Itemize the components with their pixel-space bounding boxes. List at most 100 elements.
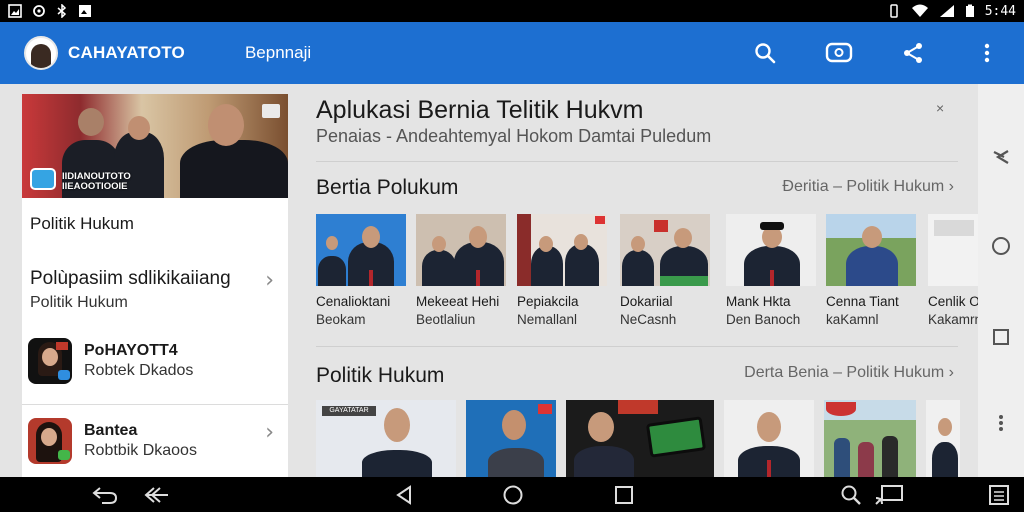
app-bar: CAHAYATOTO Bepnnaji xyxy=(0,22,1024,84)
sidebar: IIDIANOUTOTO IIEAOOTIOOIE Politik Hukum … xyxy=(22,94,288,477)
section-more-link[interactable]: Derta Benia – Politik Hukum › xyxy=(744,364,954,382)
category-subtitle: Politik Hukum xyxy=(30,294,128,311)
status-time: 5:44 xyxy=(984,3,1016,19)
app-logo[interactable] xyxy=(24,36,58,70)
thumbnail-label: GAYATATAR xyxy=(322,406,376,416)
divider xyxy=(316,161,958,162)
search-icon xyxy=(755,43,776,64)
sidebar-item-label: Politik Hukum xyxy=(30,214,134,233)
news-thumbnail[interactable] xyxy=(826,214,916,286)
news-subtitle: Kakamrn xyxy=(928,312,978,327)
wifi-icon xyxy=(911,4,928,17)
contact-subtitle: Robtek Dkados xyxy=(84,362,194,379)
content-area: IIDIANOUTOTO IIEAOOTIOOIE Politik Hukum … xyxy=(0,84,1024,478)
avatar xyxy=(28,418,72,464)
app-subtitle[interactable]: Bepnnaji xyxy=(245,43,311,63)
news-title: Cenlik Oi xyxy=(928,294,978,309)
hero-image[interactable]: IIDIANOUTOTO IIEAOOTIOOIE xyxy=(22,94,288,198)
gallery-notification-icon xyxy=(8,4,22,18)
recents-button[interactable] xyxy=(978,328,1024,346)
news-thumbnail[interactable] xyxy=(316,214,406,286)
square-recents-icon xyxy=(993,329,1009,345)
section-more-link[interactable]: Ɖeritia – Politik Hukum › xyxy=(782,178,954,196)
contact-subtitle: Robtbik Dkaoos xyxy=(84,442,197,459)
search-icon[interactable] xyxy=(840,484,862,506)
hero-caption: IIDIANOUTOTO IIEAOOTIOOIE xyxy=(62,172,131,192)
signal-icon xyxy=(939,5,954,17)
more-vert-icon xyxy=(984,43,990,63)
chevron-right-icon: › xyxy=(265,420,274,445)
side-rail xyxy=(978,84,1024,477)
image-notification-icon xyxy=(79,5,91,17)
main-panel: Aplukasi Bernia Telitik Hukvm Penaias - … xyxy=(298,84,978,478)
video-thumbnail[interactable] xyxy=(824,400,916,478)
home-icon[interactable] xyxy=(502,484,524,506)
keyboard-icon[interactable] xyxy=(988,484,1010,506)
close-icon[interactable]: × xyxy=(936,100,944,116)
avatar xyxy=(28,338,72,384)
chevron-right-icon: › xyxy=(265,268,274,293)
home-button[interactable] xyxy=(978,236,1024,256)
video-thumbnail[interactable]: GAYATATAR xyxy=(316,400,456,478)
divider xyxy=(316,346,958,347)
news-thumbnail[interactable] xyxy=(928,214,978,286)
back-chevron-icon xyxy=(993,150,1009,164)
page-subtitle: Penaias - Andeahtemyal Hokom Damtai Pule… xyxy=(316,126,712,146)
status-bar: 5:44 xyxy=(0,0,1024,22)
back-icon[interactable] xyxy=(142,484,172,506)
chat-button[interactable] xyxy=(802,22,876,84)
video-thumbnail[interactable] xyxy=(566,400,714,478)
navigation-bar xyxy=(0,477,1024,512)
video-thumbnail[interactable] xyxy=(724,400,814,478)
news-title: Cenalioktani xyxy=(316,294,391,309)
search-button[interactable] xyxy=(728,22,802,84)
news-subtitle: NeCasnh xyxy=(620,312,677,327)
news-subtitle: Beokam xyxy=(316,312,366,327)
sidebar-item-politik-hukum[interactable]: Politik Hukum xyxy=(22,214,288,244)
divider xyxy=(22,404,288,405)
back-button[interactable] xyxy=(978,148,1024,166)
chat-icon xyxy=(825,42,853,63)
contact-name: Bantea xyxy=(84,422,138,439)
contact-item-1[interactable]: PoHAYOTT4 Robtek Dkados xyxy=(22,338,288,394)
video-thumbnail[interactable] xyxy=(926,400,960,478)
more-button[interactable] xyxy=(978,414,1024,432)
contact-name: PoHAYOTT4 xyxy=(84,342,178,359)
section-title: Politik Hukum xyxy=(316,364,445,387)
sidebar-item-category[interactable]: Polùpasiim sdlikikaiiang Politik Hukum › xyxy=(22,264,288,320)
circle-home-icon xyxy=(992,237,1010,255)
news-title: Pepiakcila xyxy=(517,294,579,309)
news-thumbnail[interactable] xyxy=(416,214,506,286)
settings-notification-icon xyxy=(33,5,45,17)
share-button[interactable] xyxy=(876,22,950,84)
app-badge-icon xyxy=(30,168,56,190)
section-title: Bertia Polukum xyxy=(316,176,459,199)
news-subtitle: kaKamnl xyxy=(826,312,879,327)
share-icon xyxy=(904,43,922,63)
news-title: Mekeeat Hehi xyxy=(416,294,500,309)
back-gesture-icon[interactable] xyxy=(90,484,120,506)
contact-item-2[interactable]: Bantea Robtbik Dkaoos › xyxy=(22,418,288,468)
bluetooth-icon xyxy=(57,4,67,18)
news-thumbnail[interactable] xyxy=(620,214,710,286)
cast-icon[interactable] xyxy=(874,484,904,506)
news-subtitle: Nemallanl xyxy=(517,312,578,327)
more-options-button[interactable] xyxy=(950,22,1024,84)
vibrate-icon xyxy=(889,4,898,18)
battery-icon xyxy=(965,4,974,17)
news-thumbnail[interactable] xyxy=(517,214,607,286)
video-thumbnail[interactable] xyxy=(466,400,556,478)
hero-badge-icon xyxy=(262,104,280,118)
news-title: Mank Hkta xyxy=(726,294,791,309)
page-title: Aplukasi Bernia Telitik Hukvm xyxy=(316,96,644,124)
category-title: Polùpasiim sdlikikaiiang xyxy=(30,268,231,289)
recents-icon[interactable] xyxy=(614,484,634,506)
news-title: Cenna Tiant xyxy=(826,294,899,309)
nav-back-icon[interactable] xyxy=(394,484,414,506)
news-subtitle: Beotlaliun xyxy=(416,312,476,327)
news-thumbnail[interactable] xyxy=(726,214,816,286)
more-dots-icon xyxy=(999,415,1003,431)
brand-title: CAHAYATOTO xyxy=(68,43,185,62)
hero-caption-line2: IIEAOOTIOOIE xyxy=(62,181,128,192)
news-title: Dokariial xyxy=(620,294,673,309)
